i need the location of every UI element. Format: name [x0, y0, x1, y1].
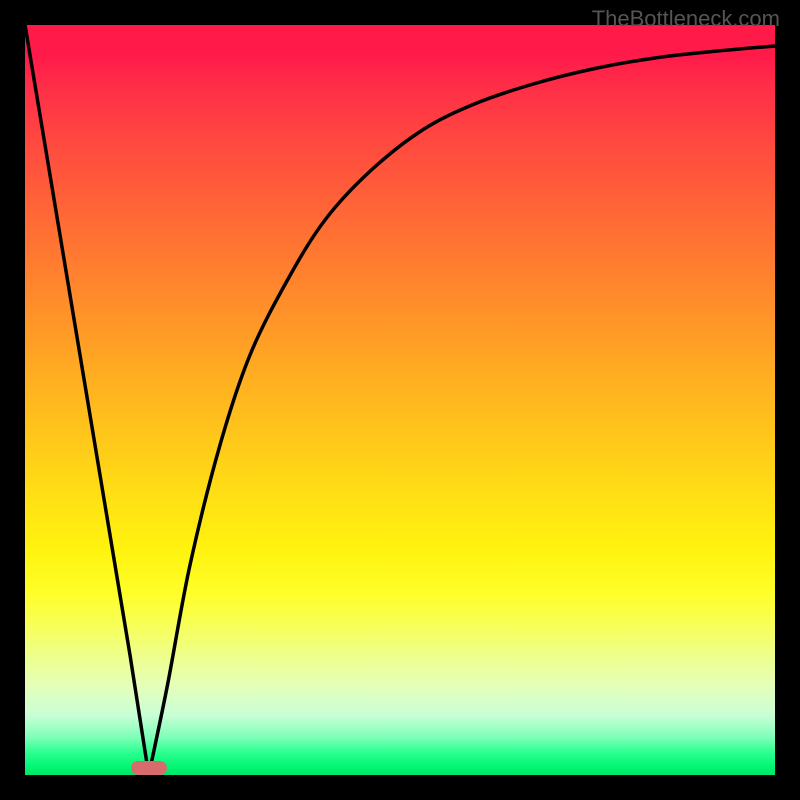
watermark-text: TheBottleneck.com: [592, 6, 780, 32]
plot-area: [25, 25, 775, 775]
optimum-marker: [131, 761, 167, 775]
bottleneck-curve: [25, 25, 775, 775]
